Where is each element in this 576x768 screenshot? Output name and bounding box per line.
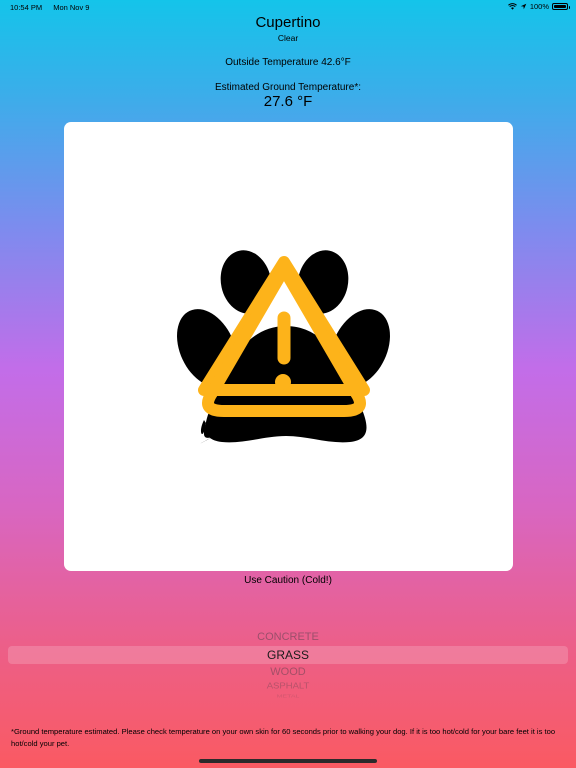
battery-icon <box>552 3 570 10</box>
status-time: 10:54 PM <box>10 3 43 12</box>
picker-option-metal[interactable]: METAL <box>0 694 576 698</box>
picker-option-concrete[interactable]: CONCRETE <box>0 631 576 643</box>
estimated-ground-temperature: 27.6 °F <box>263 93 313 110</box>
status-card <box>64 122 513 571</box>
city-name: Cupertino <box>255 14 321 31</box>
status-message: Use Caution (Cold!) <box>244 575 332 586</box>
weather-condition: Clear <box>277 33 299 43</box>
picker-option-asphalt[interactable]: ASPHALT <box>0 682 576 692</box>
estimated-ground-label: Estimated Ground Temperature*: <box>214 82 361 93</box>
paw-warning-icon <box>177 250 390 444</box>
battery-percentage: 100% <box>529 2 549 11</box>
outside-temperature: Outside Temperature 42.6°F <box>225 57 351 68</box>
picker-option-grass-selected[interactable]: GRASS <box>0 648 576 662</box>
disclaimer-text: *Ground temperature estimated. Please ch… <box>11 727 556 748</box>
status-date: Mon Nov 9 <box>53 3 90 12</box>
status-bar: 10:54 PM Mon Nov 9 100% <box>0 0 576 14</box>
location-arrow-icon <box>520 3 527 10</box>
surface-picker[interactable]: CONCRETE GRASS WOOD ASPHALT METAL <box>0 626 576 700</box>
picker-option-wood[interactable]: WOOD <box>0 666 576 678</box>
wifi-icon <box>507 3 517 10</box>
home-indicator[interactable] <box>199 759 377 763</box>
